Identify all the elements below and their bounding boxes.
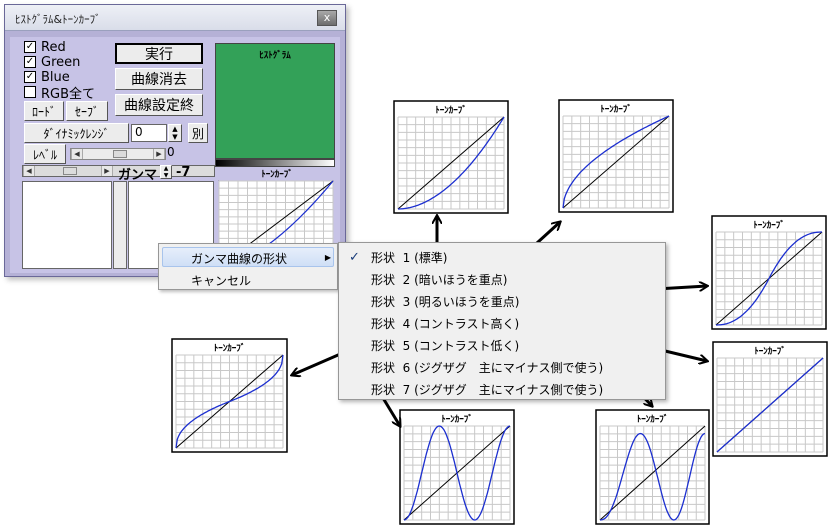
- shape-1-text: 1 (標準): [402, 251, 448, 265]
- checkmark-icon: ✓: [349, 250, 360, 265]
- shape-4-prefix: 形状: [371, 317, 396, 331]
- shape-4-text: 4 (コントラスト高く): [402, 317, 520, 331]
- shape-2-text: 2 (暗いほうを重点): [402, 273, 508, 287]
- tone-curve-panel-4-title: ﾄｰﾝｶｰﾌﾞ: [214, 342, 246, 354]
- tone-curve-panel-5-title: ﾄｰﾝｶｰﾌﾞ: [441, 413, 473, 425]
- submenu-arrow-icon: ▶: [324, 253, 331, 262]
- submenu-item-shape-6[interactable]: 形状 6 (ジグザグ 主にマイナス側で使う): [371, 359, 603, 376]
- tone-curve-panel-6: ﾄｰﾝｶｰﾌﾞ: [595, 409, 710, 525]
- submenu-item-shape-3[interactable]: 形状 3 (明るいほうを重点): [371, 293, 519, 310]
- shape-1-prefix: 形状: [371, 251, 396, 265]
- submenu-item-shape-4[interactable]: 形状 4 (コントラスト高く): [371, 315, 519, 332]
- context-menu: ガンマ曲線の形状 ▶ キャンセル: [158, 243, 338, 290]
- shape-5-text: 5 (コントラスト低く): [402, 339, 520, 353]
- submenu-item-shape-5[interactable]: 形状 5 (コントラスト低く): [371, 337, 519, 354]
- tone-curve-panel-6-title: ﾄｰﾝｶｰﾌﾞ: [637, 413, 669, 425]
- tone-curve-panel-3: ﾄｰﾝｶｰﾌﾞ: [711, 215, 827, 330]
- tone-curve-panel-2-title: ﾄｰﾝｶｰﾌﾞ: [600, 103, 632, 115]
- shape-6-text: 6 (ジグザグ 主にマイナス側で使う): [402, 361, 604, 375]
- submenu-item-shape-1[interactable]: 形状 1 (標準): [371, 249, 447, 266]
- tone-curve-panel-4: ﾄｰﾝｶｰﾌﾞ: [171, 338, 288, 453]
- menu-item-gamma-shape[interactable]: ガンマ曲線の形状: [191, 250, 287, 267]
- tone-curve-panel-1: ﾄｰﾝｶｰﾌﾞ: [393, 100, 509, 214]
- shape-2-prefix: 形状: [371, 273, 396, 287]
- tone-curve-panel-3-title: ﾄｰﾝｶｰﾌﾞ: [753, 219, 785, 231]
- tone-curve-panel-1-title: ﾄｰﾝｶｰﾌﾞ: [435, 104, 467, 116]
- gamma-shape-submenu: ✓ 形状 1 (標準) 形状 2 (暗いほうを重点) 形状 3 (明るいほうを重…: [338, 242, 666, 400]
- tone-curve-panel-7-title: ﾄｰﾝｶｰﾌﾞ: [754, 345, 786, 357]
- tone-curve-panel-5: ﾄｰﾝｶｰﾌﾞ: [399, 409, 515, 525]
- shape-7-prefix: 形状: [371, 383, 396, 397]
- submenu-item-shape-7[interactable]: 形状 7 (ジグザグ 主にマイナス側で使う): [371, 381, 603, 398]
- shape-3-text: 3 (明るいほうを重点): [402, 295, 520, 309]
- submenu-item-shape-2[interactable]: 形状 2 (暗いほうを重点): [371, 271, 507, 288]
- shape-3-prefix: 形状: [371, 295, 396, 309]
- tone-curve-panel-7: ﾄｰﾝｶｰﾌﾞ: [712, 341, 828, 457]
- tone-curve-panel-2: ﾄｰﾝｶｰﾌﾞ: [558, 99, 674, 213]
- shape-5-prefix: 形状: [371, 339, 396, 353]
- shape-6-prefix: 形状: [371, 361, 396, 375]
- shape-7-text: 7 (ジグザグ 主にマイナス側で使う): [402, 383, 604, 397]
- menu-item-cancel[interactable]: キャンセル: [191, 272, 251, 289]
